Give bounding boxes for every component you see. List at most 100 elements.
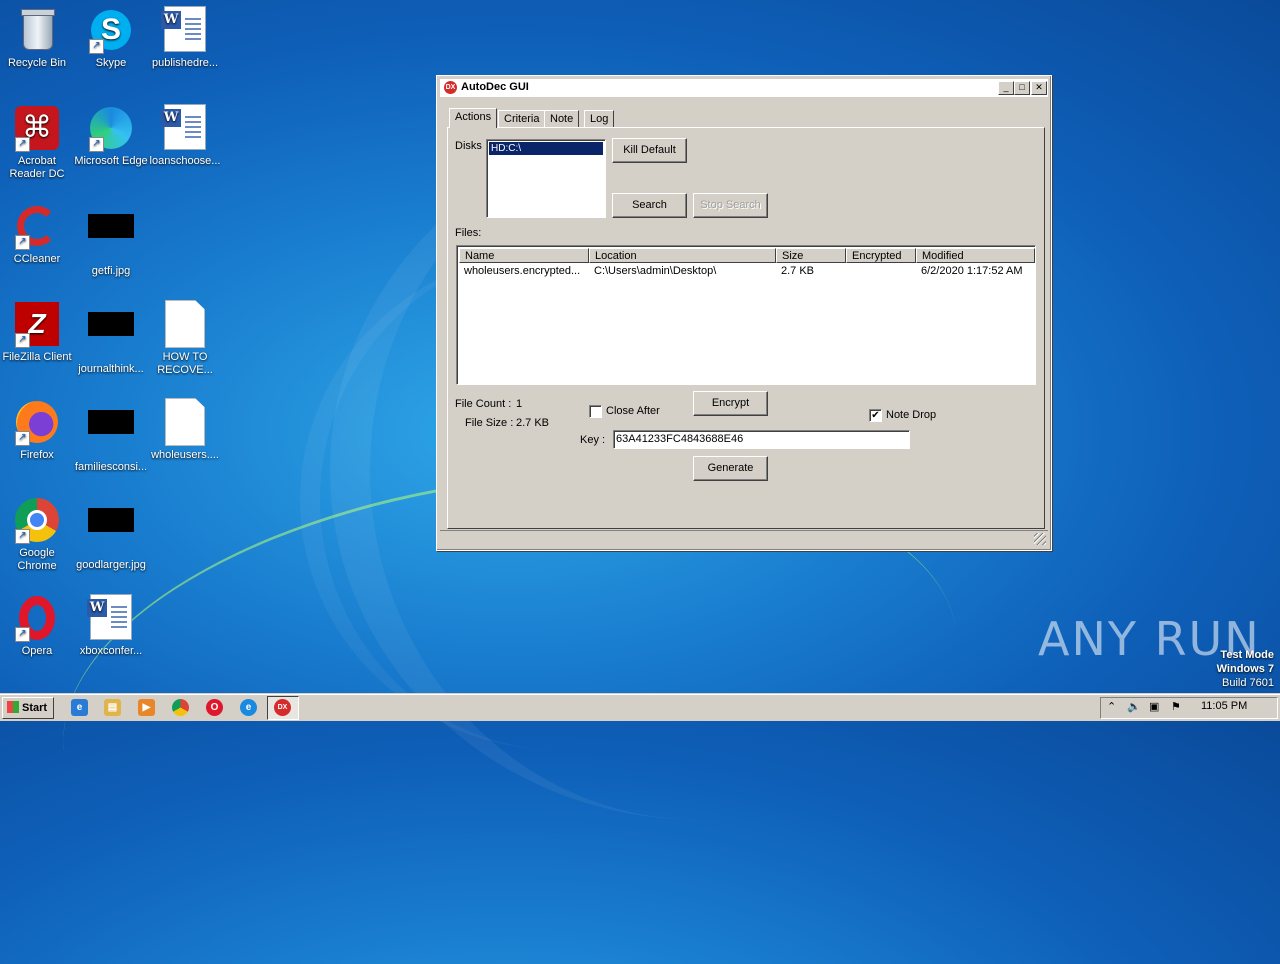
app-icon: DX [444, 81, 457, 94]
shortcut-arrow-icon: ↗ [15, 627, 30, 642]
note-drop-label[interactable]: Note Drop [886, 409, 936, 421]
files-header: Name Location Size Encrypted Modified [459, 248, 1035, 263]
desktop-icon-label: goodlarger.jpg [76, 559, 146, 571]
resize-grip-icon[interactable] [1034, 533, 1046, 545]
tab-log[interactable]: Log [584, 110, 615, 128]
windows-version-line: Windows 7 [1216, 663, 1274, 675]
desktop-icon-ccleaner[interactable]: ↗ CCleaner [0, 202, 74, 266]
close-after-label[interactable]: Close After [606, 405, 660, 417]
shortcut-arrow-icon: ↗ [15, 235, 30, 250]
desktop-icon-label: HOW TO RECOVE... [157, 351, 213, 376]
desktop-icon-label: Acrobat Reader DC [9, 155, 65, 180]
desktop-icon-label: Google Chrome [17, 547, 57, 572]
skype-icon: S ↗ [87, 6, 135, 54]
disk-item[interactable]: HD:C:\ [489, 142, 603, 155]
status-bar [440, 530, 1048, 547]
word-document-icon: W [161, 6, 209, 54]
desktop-icon-filezilla[interactable]: Z ↗ FileZilla Client [0, 300, 74, 364]
chrome-icon[interactable] [172, 699, 189, 716]
note-drop-checkbox[interactable]: ✔ [869, 409, 882, 422]
autodec-icon: DX [274, 699, 291, 716]
close-button[interactable]: ✕ [1031, 81, 1047, 95]
desktop-icon-goodlarger[interactable]: goodlarger.jpg [74, 496, 148, 572]
text-document-icon [161, 300, 209, 348]
media-player-icon[interactable]: ▶ [138, 699, 155, 716]
close-after-checkbox[interactable] [589, 405, 602, 418]
desktop-icon-how-to-recover[interactable]: HOW TO RECOVE... [148, 300, 222, 377]
tab-criteria[interactable]: Criteria [498, 110, 546, 128]
image-thumbnail-icon [87, 214, 135, 262]
file-size-cell: 2.7 KB [781, 265, 815, 277]
explorer-icon[interactable]: ▤ [104, 699, 121, 716]
desktop-icon-skype[interactable]: S ↗ Skype [74, 6, 148, 70]
chrome-icon: ↗ [13, 496, 61, 544]
generate-button[interactable]: Generate [693, 456, 768, 481]
title-bar[interactable]: DX AutoDec GUI _ □ ✕ [440, 79, 1048, 97]
column-name[interactable]: Name [459, 248, 589, 263]
file-count-value: 1 [516, 398, 523, 410]
disks-listbox[interactable]: HD:C:\ [486, 139, 606, 218]
shortcut-arrow-icon: ↗ [15, 333, 30, 348]
desktop-icon-xboxconfer[interactable]: W xboxconfer... [74, 594, 148, 658]
shortcut-arrow-icon: ↗ [15, 529, 30, 544]
maximize-button[interactable]: □ [1014, 81, 1030, 95]
encrypt-button[interactable]: Encrypt [693, 391, 768, 416]
internet-explorer-icon[interactable]: e [71, 699, 88, 716]
image-thumbnail-icon [87, 312, 135, 360]
volume-icon[interactable]: 🔈 [1127, 700, 1141, 713]
kill-default-button[interactable]: Kill Default [612, 138, 687, 163]
desktop-icon-firefox[interactable]: ↗ Firefox [0, 398, 74, 462]
desktop-icon-journalthink[interactable]: journalthink... [74, 300, 148, 376]
tab-note[interactable]: Note [544, 110, 580, 128]
file-location-cell: C:\Users\admin\Desktop\ [594, 265, 717, 277]
column-modified[interactable]: Modified [916, 248, 1035, 263]
start-button[interactable]: Start [2, 697, 54, 719]
stop-search-button[interactable]: Stop Search [693, 193, 768, 218]
column-location[interactable]: Location [589, 248, 776, 263]
desktop-icon-label: Skype [95, 57, 127, 69]
taskbar-autodec-button[interactable]: DX [267, 696, 299, 720]
clock[interactable]: 11:05 PM [1201, 700, 1247, 712]
opera-icon[interactable]: O [206, 699, 223, 716]
blank-file-icon [161, 398, 209, 446]
action-center-flag-icon[interactable]: ⚑ [1171, 700, 1181, 713]
network-icon[interactable]: ▣ [1149, 700, 1159, 713]
desktop-icon-publishedre[interactable]: W publishedre... [148, 6, 222, 70]
firefox-icon: ↗ [13, 398, 61, 446]
tab-actions[interactable]: Actions [449, 108, 498, 128]
opera-icon: ↗ [13, 594, 61, 642]
files-listview[interactable]: Name Location Size Encrypted Modified wh… [456, 245, 1036, 385]
autodec-window: DX AutoDec GUI _ □ ✕ Actions Criteria No… [436, 75, 1052, 551]
desktop-icon-chrome[interactable]: ↗ Google Chrome [0, 496, 74, 573]
desktop-icon-edge[interactable]: ↗ Microsoft Edge [74, 104, 148, 168]
desktop-icon-getfi[interactable]: getfi.jpg [74, 202, 148, 278]
desktop-icon-recycle-bin[interactable]: Recycle Bin [0, 6, 74, 70]
desktop-icon-label: FileZilla Client [2, 351, 72, 363]
file-count-label: File Count : [455, 398, 512, 410]
desktop-icon-loanschoose[interactable]: W loanschoose... [148, 104, 222, 168]
key-input[interactable]: 63A41233FC4843688E46 [613, 430, 910, 449]
files-label: Files: [455, 227, 482, 239]
edge-icon[interactable]: e [240, 699, 257, 716]
ccleaner-icon: ↗ [13, 202, 61, 250]
desktop-icon-label: xboxconfer... [79, 645, 143, 657]
table-row[interactable]: wholeusers.encrypted... C:\Users\admin\D… [459, 265, 1033, 280]
edge-icon: ↗ [87, 104, 135, 152]
column-encrypted[interactable]: Encrypted [846, 248, 916, 263]
column-size[interactable]: Size [776, 248, 846, 263]
actions-panel: Disks HD:C:\ Kill Default Search Stop Se… [447, 127, 1045, 529]
desktop-icon-opera[interactable]: ↗ Opera [0, 594, 74, 658]
desktop-icon-label: Opera [21, 645, 53, 657]
desktop-icon-acrobat[interactable]: ⌘ ↗ Acrobat Reader DC [0, 104, 74, 181]
desktop-icon-label: loanschoose... [149, 155, 221, 167]
shortcut-arrow-icon: ↗ [89, 137, 104, 152]
desktop-icon-familiesconsi[interactable]: familiesconsi... [74, 398, 148, 474]
minimize-button[interactable]: _ [998, 81, 1014, 95]
windows-flag-icon [7, 701, 19, 713]
system-tray: ⌃ 🔈 ▣ ⚑ 11:05 PM [1100, 697, 1278, 719]
tray-expand-icon[interactable]: ⌃ [1107, 700, 1116, 713]
test-mode-label: Test Mode Windows 7 Build 7601 [1217, 648, 1274, 690]
desktop-icon-wholeusers[interactable]: wholeusers.... [148, 398, 222, 462]
desktop-icon-label: Recycle Bin [7, 57, 67, 69]
search-button[interactable]: Search [612, 193, 687, 218]
